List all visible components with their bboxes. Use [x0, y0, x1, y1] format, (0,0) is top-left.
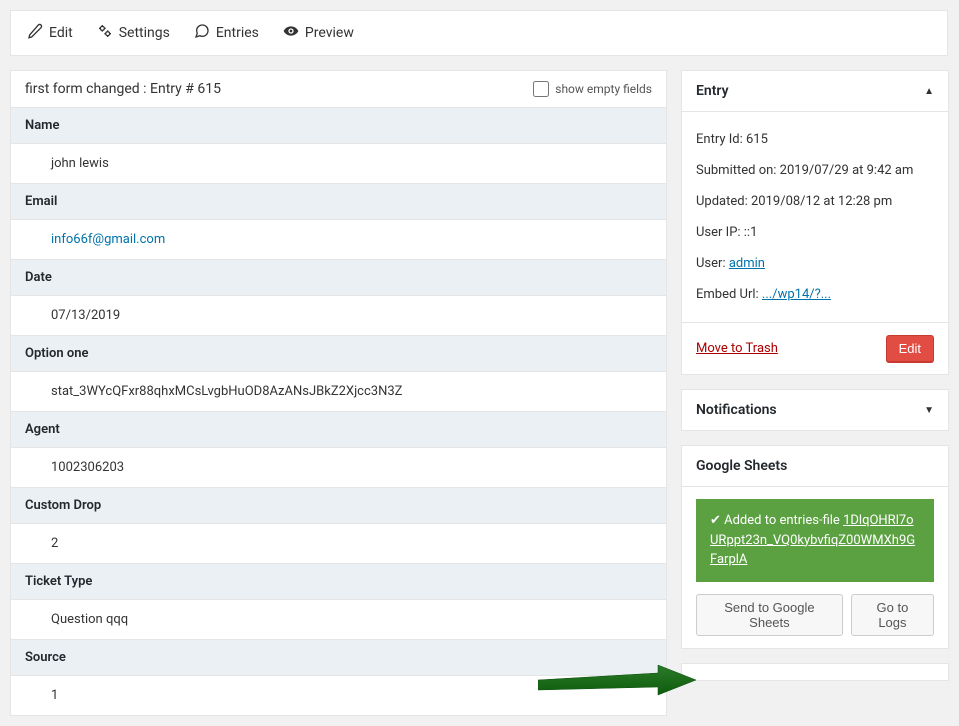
send-to-sheets-button[interactable]: Send to Google Sheets	[696, 594, 843, 636]
edit-toolbar-label: Edit	[49, 25, 73, 41]
field-value: john lewis	[11, 144, 666, 183]
entry-id-line: Entry Id: 615	[696, 124, 934, 155]
show-empty-label: show empty fields	[555, 82, 652, 96]
field-label: Name	[11, 107, 666, 144]
toolbar: Edit Settings Entries Preview	[10, 10, 948, 56]
entry-sidebar-header[interactable]: Entry ▲	[682, 71, 948, 112]
entry-sidebar-title: Entry	[696, 83, 729, 99]
sidebar-column: Entry ▲ Entry Id: 615 Submitted on: 2019…	[681, 70, 949, 716]
field-value: 2	[11, 524, 666, 563]
entry-panel: first form changed : Entry # 615 show em…	[10, 70, 667, 716]
field-value: 1	[11, 676, 666, 715]
check-icon: ✔	[710, 513, 724, 528]
field-label: Ticket Type	[11, 563, 666, 600]
field-value: 1002306203	[11, 448, 666, 487]
field-label: Source	[11, 639, 666, 676]
settings-toolbar-label: Settings	[119, 25, 170, 41]
submitted-line: Submitted on: 2019/07/29 at 9:42 am	[696, 155, 934, 186]
settings-toolbar-button[interactable]: Settings	[97, 23, 170, 43]
edit-toolbar-button[interactable]: Edit	[27, 23, 73, 43]
gears-icon	[97, 23, 113, 43]
google-sheets-buttons: Send to Google Sheets Go to Logs	[682, 582, 948, 648]
comment-icon	[194, 23, 210, 43]
google-sheets-sidebar-box: Google Sheets ✔ Added to entries-file 1D…	[681, 445, 949, 649]
entry-title: first form changed : Entry # 615	[25, 81, 221, 97]
entries-toolbar-label: Entries	[216, 25, 259, 41]
notifications-title: Notifications	[696, 402, 777, 418]
collapse-up-icon: ▲	[924, 86, 934, 97]
preview-toolbar-label: Preview	[305, 25, 354, 41]
userip-line: User IP: ::1	[696, 217, 934, 248]
field-label: Email	[11, 183, 666, 220]
notifications-sidebar-box: Notifications ▼	[681, 389, 949, 431]
field-value: 07/13/2019	[11, 296, 666, 335]
field-value: info66f@gmail.com	[11, 220, 666, 259]
field-label: Option one	[11, 335, 666, 372]
show-empty-checkbox-wrap[interactable]: show empty fields	[533, 81, 652, 97]
edit-icon	[27, 23, 43, 43]
partial-sidebar-box	[681, 663, 949, 681]
entries-toolbar-button[interactable]: Entries	[194, 23, 259, 43]
embed-line: Embed Url: .../wp14/?...	[696, 279, 934, 310]
user-link[interactable]: admin	[729, 256, 765, 271]
expand-down-icon: ▼	[924, 405, 934, 416]
edit-button[interactable]: Edit	[886, 335, 934, 362]
google-sheets-success: ✔ Added to entries-file 1DlqOHRl7oURppt2…	[696, 499, 934, 582]
field-label: Agent	[11, 411, 666, 448]
google-sheets-title: Google Sheets	[696, 458, 787, 474]
field-value-link[interactable]: info66f@gmail.com	[51, 232, 165, 247]
user-line: User: admin	[696, 248, 934, 279]
field-value: stat_3WYcQFxr88qhxMCsLvgbHuOD8AzANsJBkZ2…	[11, 372, 666, 411]
trash-link[interactable]: Move to Trash	[696, 341, 778, 356]
entry-sidebar-box: Entry ▲ Entry Id: 615 Submitted on: 2019…	[681, 70, 949, 375]
entry-header: first form changed : Entry # 615 show em…	[11, 71, 666, 107]
updated-line: Updated: 2019/08/12 at 12:28 pm	[696, 186, 934, 217]
preview-toolbar-button[interactable]: Preview	[283, 23, 354, 43]
show-empty-checkbox[interactable]	[533, 81, 549, 97]
field-label: Custom Drop	[11, 487, 666, 524]
entry-sidebar-body: Entry Id: 615 Submitted on: 2019/07/29 a…	[682, 112, 948, 322]
field-value: Question qqq	[11, 600, 666, 639]
embed-link[interactable]: .../wp14/?...	[762, 287, 831, 302]
notifications-header[interactable]: Notifications ▼	[682, 390, 948, 430]
eye-icon	[283, 23, 299, 43]
entry-sidebar-footer: Move to Trash Edit	[682, 322, 948, 374]
field-label: Date	[11, 259, 666, 296]
google-sheets-header: Google Sheets	[682, 446, 948, 487]
go-to-logs-button[interactable]: Go to Logs	[851, 594, 934, 636]
main-container: first form changed : Entry # 615 show em…	[10, 70, 949, 716]
entry-details-column: first form changed : Entry # 615 show em…	[10, 70, 667, 716]
